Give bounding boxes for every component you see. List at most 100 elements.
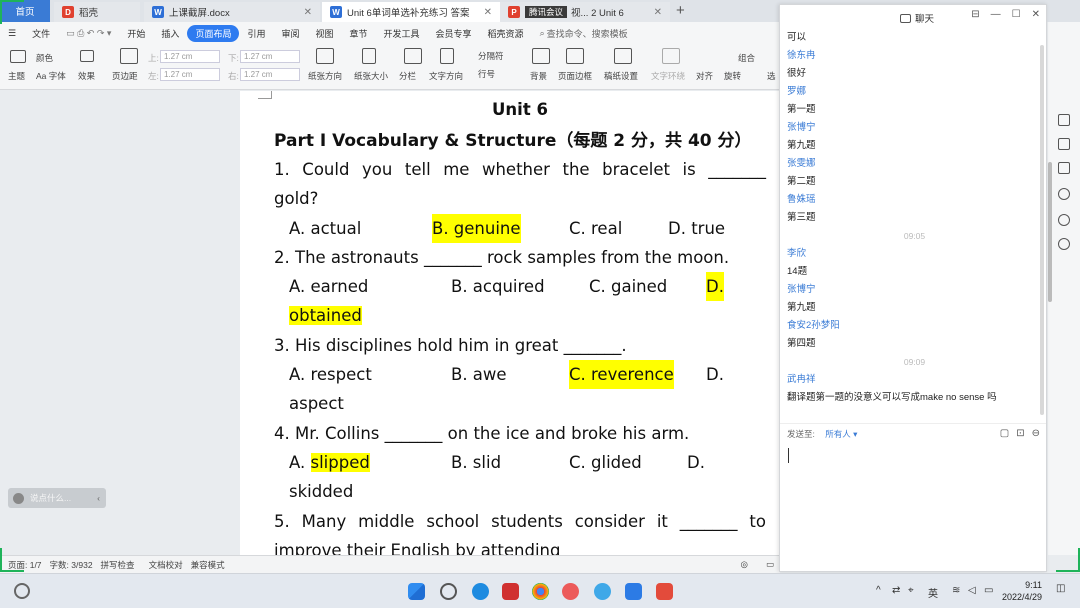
wifi-icon[interactable]: ≋ <box>952 585 960 596</box>
search-icon[interactable] <box>440 583 457 600</box>
command-search[interactable]: 查找命令、搜索模板 <box>547 27 628 40</box>
wps-icon[interactable] <box>656 583 673 600</box>
speak-widget[interactable]: 说点什么... ‹ <box>8 488 106 508</box>
line-number-button[interactable]: 行号 <box>478 68 495 80</box>
chat-message-list[interactable]: 可以 徐东冉 很好 罗娜 第一题 张博宁 第九题 张雯娜 第二题 鲁姝瑶 第三题 09:05 李欣 14题… <box>780 29 1042 417</box>
chrome-icon[interactable] <box>532 583 549 600</box>
text-wrap-icon[interactable] <box>662 48 680 64</box>
chat-scrollbar[interactable] <box>1040 45 1044 415</box>
clock[interactable]: 9:11 2022/4/29 <box>1002 579 1042 603</box>
rotate-button[interactable]: 旋转 <box>724 70 741 82</box>
tab-meeting[interactable]: P 腾讯会议 视... 2 Unit 6 ✕ <box>500 2 670 22</box>
status-spell-check[interactable]: 拼写检查 <box>101 559 135 571</box>
edge-icon[interactable] <box>472 583 489 600</box>
layout-icon[interactable]: ▭ <box>766 559 774 570</box>
effects-button[interactable]: 效果 <box>78 70 95 82</box>
menu-developer[interactable]: 开发工具 <box>376 25 428 42</box>
chat-sender-name[interactable]: 食安2孙梦阳 <box>787 317 1042 335</box>
orientation-icon[interactable] <box>316 48 334 64</box>
margin-left-input[interactable]: 1.27 cm <box>160 68 220 81</box>
file-icon[interactable]: ▢ <box>1000 428 1009 439</box>
tab-doc-screenshot[interactable]: W 上课截屏.docx ✕ <box>144 2 320 22</box>
close-icon[interactable]: ✕ <box>1032 9 1040 20</box>
tray-icon[interactable]: ⌖ <box>908 585 914 596</box>
fonts-button[interactable]: Aa 字体 <box>36 70 66 82</box>
screenshot-icon[interactable]: ⊡ <box>1016 428 1024 439</box>
tab-docer[interactable]: D 稻壳 <box>54 2 140 22</box>
ime-icon[interactable]: 英 <box>928 585 938 600</box>
app-icon[interactable] <box>562 583 579 600</box>
close-icon[interactable]: ✕ <box>654 7 662 18</box>
margin-right-input[interactable]: 1.27 cm <box>240 68 300 81</box>
minimize-icon[interactable]: — <box>991 9 1001 20</box>
tab-home[interactable]: 首页 <box>0 0 50 22</box>
menu-review[interactable]: 审阅 <box>273 25 307 42</box>
status-words[interactable]: 字数: 3/932 <box>50 559 93 571</box>
meeting-app-icon[interactable] <box>625 583 642 600</box>
tray-icon[interactable]: ⇄ <box>892 585 900 596</box>
new-tab-button[interactable]: + <box>676 2 685 19</box>
more-icon[interactable]: ⊖ <box>1032 428 1040 439</box>
columns-button[interactable]: 分栏 <box>399 70 416 82</box>
separator-button[interactable]: 分隔符 <box>478 50 504 62</box>
margins-icon[interactable] <box>120 48 138 64</box>
draft-setting-button[interactable]: 稿纸设置 <box>604 70 638 82</box>
background-icon[interactable] <box>532 48 550 64</box>
margin-bottom-input[interactable]: 1.27 cm <box>240 50 300 63</box>
close-icon[interactable]: ✕ <box>304 7 312 18</box>
chat-sender-name[interactable]: 张博宁 <box>787 281 1042 299</box>
chevron-up-icon[interactable]: ^ <box>876 585 881 596</box>
search-icon[interactable]: ⌕ <box>540 28 545 39</box>
scrollbar[interactable] <box>1048 162 1052 302</box>
paper-size-icon[interactable] <box>362 48 376 64</box>
eye-icon[interactable]: ◎ <box>741 559 748 570</box>
text-direction-button[interactable]: 文字方向 <box>429 70 463 82</box>
menu-docer-resources[interactable]: 稻壳资源 <box>480 25 532 42</box>
document-page[interactable]: Unit 6 Part I Vocabulary & Structure（每题 … <box>240 91 780 555</box>
pin-icon[interactable]: ⊟ <box>971 9 979 20</box>
system-icon[interactable] <box>14 583 30 599</box>
menu-insert[interactable]: 插入 <box>153 25 187 42</box>
help-app-icon[interactable] <box>502 583 519 600</box>
effects-icon[interactable] <box>80 50 94 62</box>
app-icon[interactable] <box>594 583 611 600</box>
page-border-button[interactable]: 页面边框 <box>558 70 592 82</box>
chat-sender-name[interactable]: 张博宁 <box>787 119 1042 137</box>
cursor-icon[interactable] <box>1058 138 1070 150</box>
select-button[interactable]: 选 <box>767 70 776 82</box>
quick-access-icons[interactable]: ▭ ⎙ ↶ ↷ ▾ <box>58 26 119 41</box>
share-icon[interactable] <box>1058 162 1070 174</box>
chat-sender-name[interactable]: 武冉祥 <box>787 371 1042 389</box>
chat-sender-name[interactable]: 李欣 <box>787 245 1042 263</box>
chat-sender-name[interactable]: 罗娜 <box>787 83 1042 101</box>
menu-page-layout[interactable]: 页面布局 <box>187 24 240 42</box>
background-button[interactable]: 背景 <box>530 70 547 82</box>
close-icon[interactable]: ✕ <box>484 7 492 18</box>
theme-button[interactable]: 主题 <box>8 70 25 82</box>
menu-file[interactable]: 文件 <box>24 25 58 42</box>
page-border-icon[interactable] <box>566 48 584 64</box>
text-wrap-button[interactable]: 文字环绕 <box>651 70 685 82</box>
columns-icon[interactable] <box>404 48 422 64</box>
paper-size-button[interactable]: 纸张大小 <box>354 70 388 82</box>
location-icon[interactable] <box>1058 238 1070 250</box>
chat-sender-name[interactable]: 徐东冉 <box>787 47 1042 65</box>
chat-sender-name[interactable]: 鲁姝瑶 <box>787 191 1042 209</box>
align-button[interactable]: 对齐 <box>696 70 713 82</box>
volume-icon[interactable]: ◁ <box>968 585 976 596</box>
colors-button[interactable]: 颜色 <box>36 52 53 64</box>
margin-top-input[interactable]: 1.27 cm <box>160 50 220 63</box>
draft-setting-icon[interactable] <box>614 48 632 64</box>
status-proofread[interactable]: 文档校对 <box>149 559 183 571</box>
tab-doc-unit6[interactable]: W Unit 6单词单选补充练习 答案 ✕ <box>322 2 500 22</box>
text-direction-icon[interactable] <box>440 48 454 64</box>
send-to-dropdown[interactable]: 所有人 ▾ <box>825 429 857 439</box>
settings-icon[interactable] <box>1058 214 1070 226</box>
status-page[interactable]: 页面: 1/7 <box>8 559 42 571</box>
menu-member[interactable]: 会员专享 <box>428 25 480 42</box>
chevron-left-icon[interactable]: ‹ <box>97 493 100 503</box>
hamburger-icon[interactable]: ☰ <box>0 26 24 41</box>
maximize-icon[interactable]: ☐ <box>1012 9 1021 20</box>
chat-text-input[interactable] <box>788 448 789 463</box>
group-button[interactable]: 组合 <box>738 52 755 64</box>
